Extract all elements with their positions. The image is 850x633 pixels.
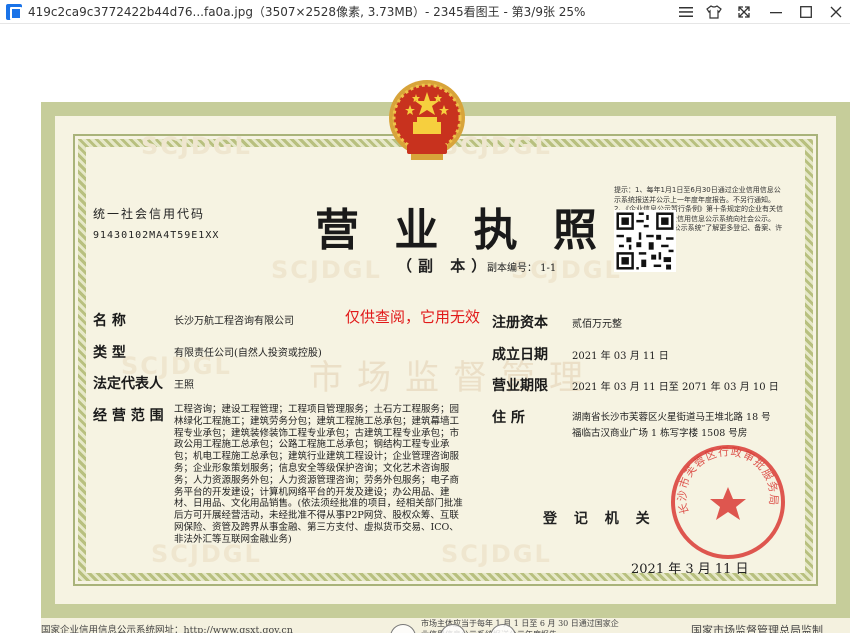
watermark-center: 市场监督管理 <box>309 358 597 398</box>
window-title: 419c2ca9c3772422b44d76...fa0a.jpg（3507×2… <box>28 5 586 19</box>
capital-value: 贰佰万元整 <box>572 319 622 330</box>
address-value: 湖南省长沙市芙蓉区火星街道马王堆北路 18 号福临古汉商业广场 1 栋写字楼 1… <box>572 412 771 439</box>
close-icon[interactable] <box>822 0 850 24</box>
name-label: 名 称 <box>93 313 126 329</box>
type-value: 有限责任公司(自然人投资或控股) <box>174 348 322 359</box>
footer-supervisor: 国家市场监督管理总局监制 <box>691 624 823 633</box>
minimize-icon[interactable] <box>762 0 790 24</box>
copy-number: 副本编号： 1-1 <box>487 263 557 274</box>
image-viewport[interactable]: SCJDGL SCJDGL SCJDGL SCJDGL SCJDGL SCJDG… <box>0 24 850 633</box>
legal-rep-value: 王照 <box>174 380 194 391</box>
skin-icon[interactable] <box>700 0 728 24</box>
maximize-icon[interactable] <box>792 0 820 24</box>
official-seal-icon: 长沙市芙蓉区行政审批服务局 <box>671 444 785 559</box>
overlay-note: 仅供查阅，它用无效 <box>345 308 481 326</box>
title-bar: 419c2ca9c3772422b44d76...fa0a.jpg（3507×2… <box>0 0 850 24</box>
address-label: 住 所 <box>492 410 525 426</box>
scope-label: 经 营 范 围 <box>93 408 164 424</box>
watermark: SCJDGL <box>141 132 252 160</box>
issue-date: 2021 年 3 月 11 日 <box>631 562 749 577</box>
business-license-image: SCJDGL SCJDGL SCJDGL SCJDGL SCJDGL SCJDG… <box>41 80 850 633</box>
established-value: 2021 年 03 月 11 日 <box>572 351 669 362</box>
name-value: 长沙万航工程咨询有限公司 <box>174 316 294 327</box>
credit-code-value: 91430102MA4T59E1XX <box>93 230 220 241</box>
national-emblem-icon <box>389 80 465 160</box>
type-label: 类 型 <box>93 345 126 361</box>
legal-rep-label: 法定代表人 <box>93 376 163 392</box>
mini-icon[interactable] <box>730 0 758 24</box>
footer-website: 国家企业信用信息公示系统网址：http://www.gsxt.gov.cn <box>41 625 293 633</box>
license-subtitle: （副 本） <box>397 257 493 275</box>
qr-code-icon <box>614 210 676 272</box>
license-title: 营 业 执 照 <box>315 205 607 256</box>
app-icon <box>6 3 22 20</box>
term-value: 2021 年 03 月 11 日至 2071 年 03 月 10 日 <box>572 382 779 393</box>
credit-code-label: 统一社会信用代码 <box>93 207 206 221</box>
term-label: 营业期限 <box>492 378 548 394</box>
watermark: SCJDGL <box>271 256 382 284</box>
established-label: 成立日期 <box>492 347 548 363</box>
scope-value: 工程咨询；建设工程管理；工程项目管理服务；土石方工程服务；园林绿化工程施工；建筑… <box>174 404 463 545</box>
menu-icon[interactable] <box>672 0 700 24</box>
registration-authority-label: 登 记 机 关 <box>543 511 656 527</box>
capital-label: 注册资本 <box>492 315 548 331</box>
